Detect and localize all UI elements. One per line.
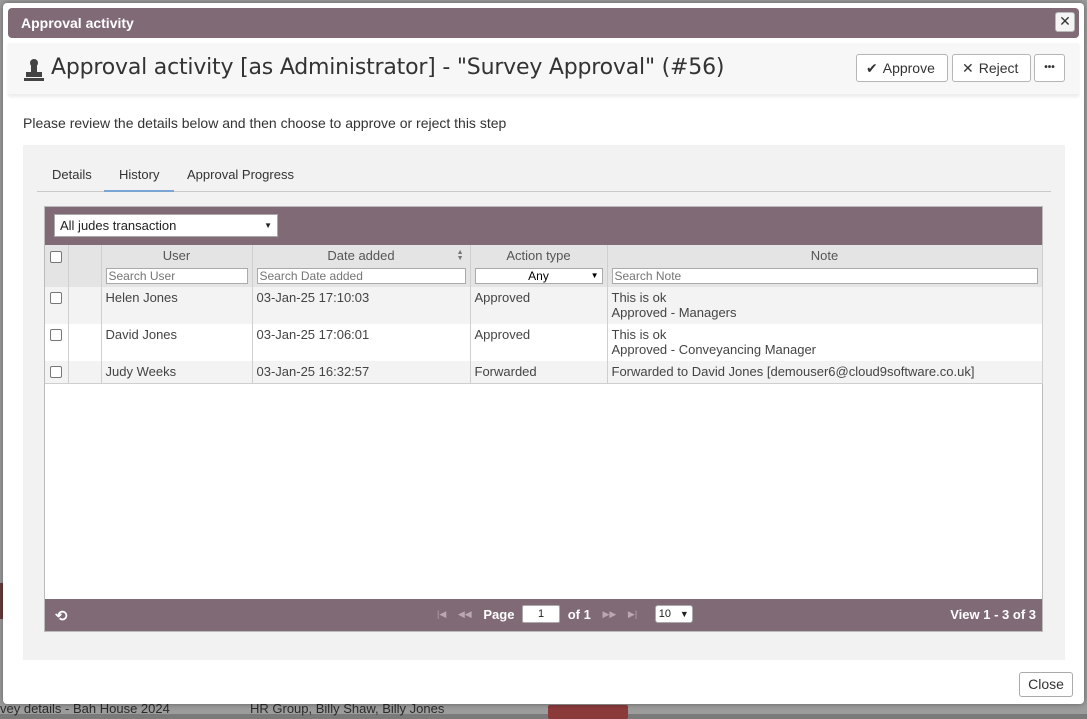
stamp-icon (24, 59, 44, 81)
close-button[interactable]: Close (1019, 672, 1073, 697)
search-note-input[interactable] (611, 268, 1038, 284)
note-column-header[interactable]: Note (607, 245, 1043, 287)
date-cell: 03-Jan-25 17:06:01 (252, 324, 471, 361)
grid-footer: ⟲ |◀ ◀◀ Page 1 of 1 ▶▶ ▶| 10 ▼ View 1 - 3… (45, 599, 1042, 631)
instructions-text: Please review the details below and then… (23, 115, 507, 131)
reject-button[interactable]: ✕ Reject (952, 54, 1031, 82)
row-select-cell (45, 361, 69, 384)
row-select-cell (45, 324, 69, 361)
user-cell: David Jones (101, 324, 253, 361)
rows-per-page-select[interactable]: 10 ▼ (654, 605, 693, 623)
tab-history[interactable]: History (104, 157, 175, 192)
action-column-header[interactable]: Action type Any ▼ (470, 245, 608, 287)
view-records-info: View 1 - 3 of 3 (950, 607, 1036, 622)
dialog-header: Approval activity [as Administrator] - "… (8, 43, 1079, 95)
tab-approval-progress[interactable]: Approval Progress (172, 157, 309, 192)
note-cell: This is ok Approved - Conveyancing Manag… (607, 324, 1043, 361)
refresh-icon[interactable]: ⟲ (55, 607, 68, 625)
note-column-label: Note (810, 248, 839, 263)
row-spacer-cell (68, 287, 102, 324)
date-cell: 03-Jan-25 17:10:03 (252, 287, 471, 324)
user-column-header[interactable]: User (101, 245, 253, 287)
select-all-checkbox[interactable] (50, 251, 63, 263)
search-date-input[interactable] (256, 268, 466, 284)
chevron-down-icon: ▼ (264, 221, 272, 230)
table-row[interactable]: David Jones 03-Jan-25 17:06:01 Approved … (45, 324, 1043, 361)
chevron-down-icon: ▼ (590, 271, 599, 280)
date-column-label: Date added (327, 248, 395, 263)
prev-page-icon[interactable]: ◀◀ (458, 609, 472, 620)
note-cell: Forwarded to David Jones [demouser6@clou… (607, 361, 1043, 384)
action-cell: Approved (470, 324, 608, 361)
transaction-filter-select[interactable]: All judes transaction ▼ (54, 214, 278, 237)
action-cell: Approved (470, 287, 608, 324)
history-grid: All judes transaction ▼ User Search User… (44, 206, 1043, 632)
user-column-label: User (162, 248, 191, 263)
note-line: This is ok (611, 290, 667, 305)
row-checkbox[interactable] (50, 292, 63, 304)
background-status-badge (548, 705, 628, 719)
dialog-titlebar: Approval activity ✕ (8, 8, 1079, 38)
page-number-input[interactable]: 1 (522, 605, 561, 623)
next-page-icon[interactable]: ▶▶ (602, 609, 616, 620)
x-icon: ✕ (962, 60, 974, 76)
select-all-header (45, 245, 69, 287)
page-title: Approval activity [as Administrator] - "… (51, 55, 725, 80)
action-column-label: Action type (506, 248, 571, 263)
dialog-title: Approval activity (21, 15, 134, 31)
date-column-header[interactable]: Date added ▲ ▼ (252, 245, 471, 287)
more-options-button[interactable]: ••• (1034, 54, 1065, 82)
note-line: This is ok (611, 327, 667, 342)
tab-panel: Details History Approval Progress All ju… (23, 145, 1065, 660)
note-line: Approved - Managers (611, 305, 737, 320)
approval-dialog: Approval activity ✕ Approval activity [a… (3, 3, 1084, 704)
grid-toolbar: All judes transaction ▼ (45, 207, 1042, 245)
sort-icon[interactable]: ▲ ▼ (457, 249, 464, 262)
note-cell: This is ok Approved - Managers (607, 287, 1043, 324)
row-select-cell (45, 287, 69, 324)
row-checkbox[interactable] (50, 329, 63, 341)
check-icon: ✔ (866, 60, 878, 76)
user-cell: Helen Jones (101, 287, 253, 324)
action-cell: Forwarded (470, 361, 608, 384)
approve-button[interactable]: ✔ Approve (856, 54, 948, 82)
note-line: Forwarded to David Jones [demouser6@clou… (611, 364, 975, 379)
row-spacer-cell (68, 324, 102, 361)
approve-button-label: Approve (882, 60, 935, 76)
first-page-icon[interactable]: |◀ (437, 609, 446, 620)
table-row[interactable]: Judy Weeks 03-Jan-25 16:32:57 Forwarded … (45, 361, 1043, 384)
search-user-input[interactable] (105, 268, 248, 284)
spacer-header (68, 245, 102, 287)
tab-details[interactable]: Details (37, 157, 107, 192)
row-checkbox[interactable] (50, 366, 63, 378)
date-cell: 03-Jan-25 16:32:57 (252, 361, 471, 384)
row-spacer-cell (68, 361, 102, 384)
filter-select-value: All judes transaction (60, 218, 177, 233)
page-label: Page (483, 606, 515, 622)
last-page-icon[interactable]: ▶| (628, 609, 637, 620)
tab-bar: Details History Approval Progress (37, 157, 1051, 192)
note-line: Approved - Conveyancing Manager (611, 342, 817, 357)
page-count-label: of 1 (567, 606, 591, 622)
table-row[interactable]: Helen Jones 03-Jan-25 17:10:03 Approved … (45, 287, 1043, 324)
reject-button-label: Reject (978, 60, 1019, 76)
close-icon[interactable]: ✕ (1055, 12, 1075, 32)
rows-per-page-value: 10 (658, 608, 672, 621)
action-type-select[interactable]: Any ▼ (474, 268, 603, 284)
chevron-down-icon: ▼ (679, 609, 689, 619)
user-cell: Judy Weeks (101, 361, 253, 384)
pager: |◀ ◀◀ Page 1 of 1 ▶▶ ▶| 10 ▼ (437, 605, 693, 625)
history-table: User Date added ▲▼ Action type Any (45, 245, 1043, 384)
action-type-select-value: Any (528, 269, 549, 283)
